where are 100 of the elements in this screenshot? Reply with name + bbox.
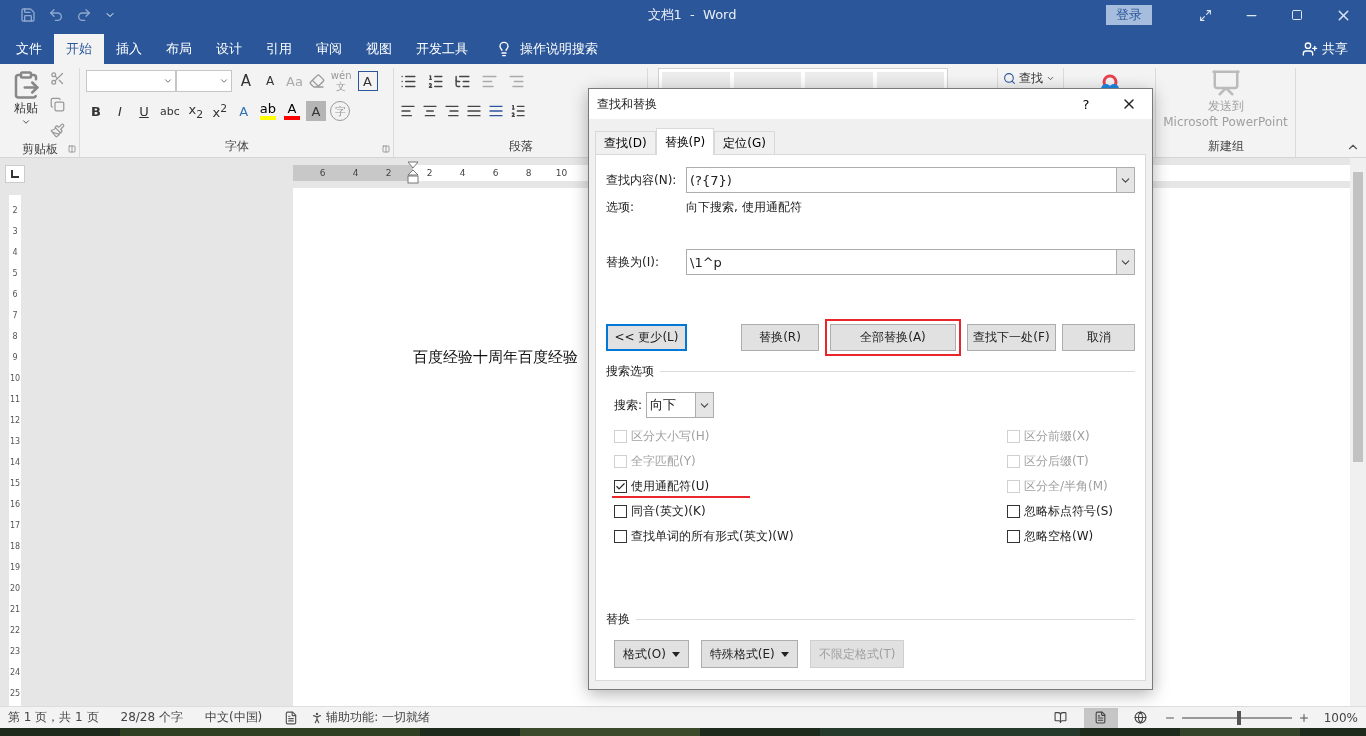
cancel-button[interactable]: 取消 — [1062, 324, 1135, 351]
presentation-icon[interactable] — [1210, 68, 1241, 98]
format-button[interactable]: x$_{2}$ — [185, 100, 206, 122]
find-field[interactable]: (?{7}) — [686, 167, 1135, 193]
group-label: 新建组 — [1207, 138, 1244, 155]
page-icon — [1094, 711, 1108, 724]
language-indicator[interactable]: 中文(中国) — [204, 709, 263, 726]
find-next-button[interactable]: 查找下一处(F) — [967, 324, 1056, 351]
ruler-number: 4 — [351, 168, 360, 178]
ribbon-tab[interactable]: 开发工具 — [404, 34, 480, 64]
ribbon-tab[interactable]: 引用 — [254, 34, 304, 64]
dialog-tab[interactable]: 替换(P) — [655, 128, 715, 155]
ribbon-tab[interactable]: 插入 — [104, 34, 154, 64]
search-direction-dropdown[interactable]: 向下 — [646, 392, 715, 418]
options-value: 向下搜索, 使用通配符 — [686, 199, 802, 216]
menu-button[interactable]: 格式(O) — [614, 640, 689, 668]
tab-selector[interactable] — [5, 165, 25, 183]
eraser-icon[interactable] — [308, 71, 325, 91]
font-size-field[interactable] — [176, 70, 232, 92]
paste-button[interactable]: 粘贴 — [6, 68, 46, 140]
checkbox-option[interactable]: 忽略空格(W) — [1007, 524, 1135, 549]
field-label: 查找内容(N): — [606, 171, 678, 189]
ribbon-tab[interactable]: 视图 — [354, 34, 404, 64]
checkbox-option[interactable]: 使用通配符(U) — [614, 474, 1007, 499]
launcher-icon[interactable] — [68, 145, 76, 153]
justify-icon[interactable] — [466, 103, 482, 119]
ribbon-tab[interactable]: 开始 — [54, 34, 104, 64]
person-plus-icon — [1302, 41, 1318, 57]
lightbulb-icon — [496, 41, 512, 57]
ruler-number: 2 — [425, 168, 434, 178]
launcher-icon[interactable] — [382, 145, 390, 153]
dialog-tab[interactable]: 定位(G) — [714, 131, 775, 155]
align-center-icon[interactable] — [422, 103, 438, 119]
ruler-number: 19 — [9, 562, 21, 574]
send-to-label: 发送到 — [1207, 98, 1244, 115]
accessibility-status[interactable]: 辅助功能: 一切就绪 — [326, 709, 431, 726]
field-label: 搜索: — [614, 396, 643, 414]
checkbox[interactable] — [614, 505, 627, 518]
sign-in-button[interactable]: 登录 — [1106, 5, 1152, 25]
less-button[interactable]: << 更少(L) — [606, 324, 687, 351]
ruler-number: 16 — [9, 499, 21, 511]
ribbon-tab[interactable]: 布局 — [154, 34, 204, 64]
font-color-button[interactable]: A — [282, 100, 302, 122]
checkbox[interactable] — [614, 530, 627, 543]
word-count[interactable]: 28/28 个字 — [120, 709, 183, 726]
print-layout-button[interactable] — [1083, 707, 1118, 728]
zoom-level[interactable]: 100% — [1323, 710, 1358, 725]
zoom-slider-thumb[interactable] — [1236, 710, 1241, 725]
checkbox[interactable] — [614, 480, 627, 493]
dialog-title: 查找和替换 — [597, 95, 658, 113]
shrink-font-button[interactable]: A — [260, 70, 280, 92]
character-shading-button[interactable]: A — [306, 101, 326, 121]
scrollbar-thumb[interactable] — [1353, 172, 1363, 462]
replace-all-button[interactable]: 全部替换(A) — [830, 324, 956, 351]
italic-button[interactable]: I — [110, 100, 130, 122]
font-name-field[interactable] — [86, 70, 176, 92]
format-button[interactable]: x$^{2}$ — [209, 100, 230, 122]
undo-icon[interactable] — [48, 7, 64, 23]
save-icon[interactable] — [20, 7, 36, 23]
ruler-number: 10 — [9, 373, 21, 385]
group-label: 段落 — [508, 138, 533, 155]
ribbon-tab[interactable]: 审阅 — [304, 34, 354, 64]
ribbon-tab[interactable]: 设计 — [204, 34, 254, 64]
strikethrough-button[interactable]: abc — [158, 100, 182, 122]
checkbox[interactable] — [1007, 530, 1020, 543]
checkbox[interactable] — [1007, 505, 1020, 518]
replace-field[interactable]: \1^p — [686, 249, 1135, 275]
field-label: 替换为(I): — [606, 253, 660, 271]
align-left-icon[interactable] — [400, 103, 416, 119]
share-button[interactable]: 共享 — [1296, 34, 1354, 64]
ruler-number: 17 — [9, 520, 21, 532]
checkbox-option[interactable]: 同音(英文)(K) — [614, 499, 1007, 524]
checkbox-option[interactable]: 查找单词的所有形式(英文)(W) — [614, 524, 1007, 549]
distributed-icon[interactable] — [488, 103, 504, 119]
format-button[interactable]: A — [233, 100, 254, 122]
tell-me-search[interactable]: 操作说明搜索 — [490, 34, 604, 64]
ruler-number: 6 — [491, 168, 500, 178]
numbering-icon[interactable] — [427, 72, 444, 90]
vertical-scrollbar[interactable] — [1350, 158, 1366, 706]
ribbon-tab[interactable]: 文件 — [4, 34, 54, 64]
help-button[interactable]: ? — [1066, 95, 1106, 113]
replace-button[interactable]: 替换(R) — [741, 324, 819, 351]
align-right-icon[interactable] — [444, 103, 460, 119]
ruler-number: 3 — [12, 226, 18, 238]
menu-button[interactable]: 特殊格式(E) — [700, 640, 798, 668]
character-border-button[interactable]: A — [357, 71, 378, 91]
ruler-number: 2 — [384, 168, 393, 178]
underline-button[interactable]: U — [134, 100, 154, 122]
indent-marker-icon[interactable] — [407, 161, 419, 185]
powerpoint-label: Microsoft PowerPoint — [1163, 115, 1288, 129]
find-button[interactable]: 查找 — [1001, 70, 1060, 86]
dialog-tab[interactable]: 查找(D) — [595, 131, 656, 155]
redo-icon[interactable] — [76, 7, 92, 23]
highlight-button[interactable]: ab — [257, 100, 278, 122]
checkbox-option[interactable]: 忽略标点符号(S) — [1007, 499, 1135, 524]
line-spacing-icon[interactable] — [510, 103, 526, 119]
grow-font-button[interactable]: A — [236, 70, 256, 92]
page-count[interactable]: 第 1 页，共 1 页 — [8, 709, 99, 726]
bold-button[interactable]: B — [86, 100, 106, 122]
ruler-number: 2 — [12, 205, 18, 217]
